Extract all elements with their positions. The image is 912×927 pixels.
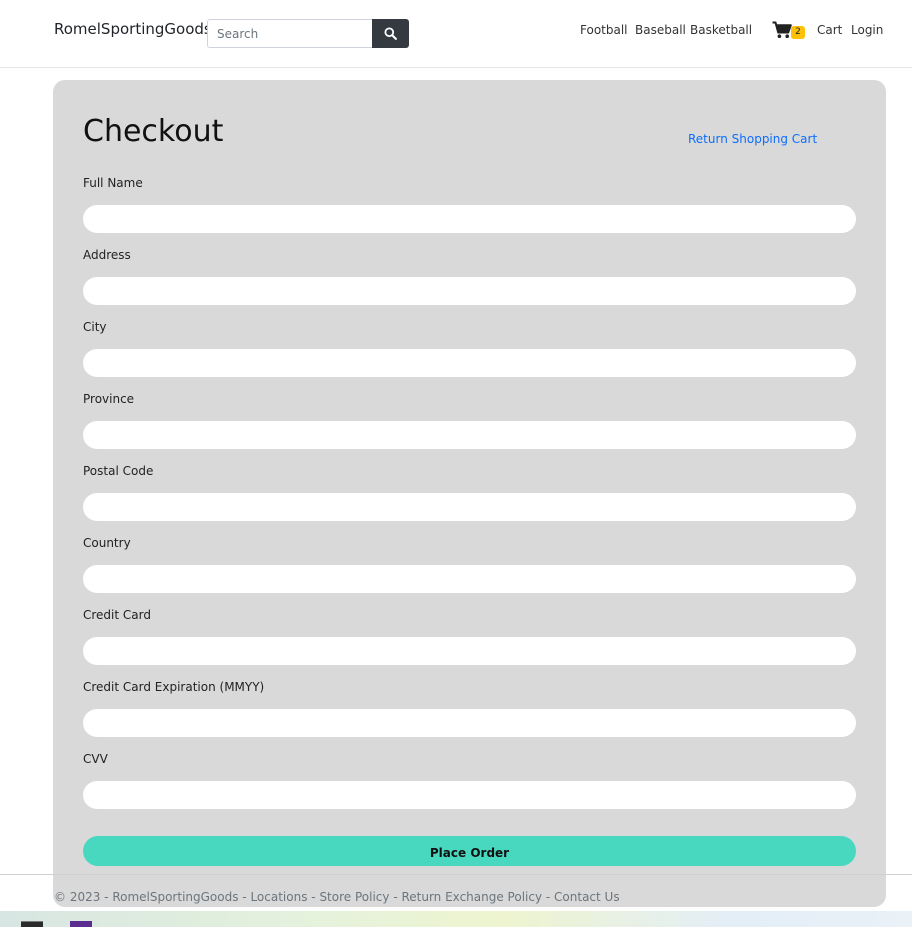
full-name-input[interactable] (83, 205, 856, 233)
nav-login-link[interactable]: Login (851, 23, 883, 37)
brand-logo-link[interactable]: RomelSportingGoods (54, 20, 212, 38)
country-label: Country (83, 536, 131, 550)
nav-football-link[interactable]: Football (580, 23, 628, 37)
footer-copyright: © 2023 - RomelSportingGoods (54, 890, 239, 904)
search-form (207, 19, 409, 48)
nav-cart-link[interactable]: Cart (817, 23, 842, 37)
address-input[interactable] (83, 277, 856, 305)
os-taskbar (0, 911, 912, 927)
address-label: Address (83, 248, 131, 262)
footer: © 2023 - RomelSportingGoods - Locations … (54, 890, 620, 904)
checkout-card: Checkout Return Shopping Cart Full Name … (53, 80, 886, 907)
footer-divider (0, 874, 912, 875)
credit-card-input[interactable] (83, 637, 856, 665)
nav-basketball-link[interactable]: Basketball (690, 23, 752, 37)
card-expiration-label: Credit Card Expiration (MMYY) (83, 680, 265, 694)
cvv-input[interactable] (83, 781, 856, 809)
terminal-app-icon[interactable] (21, 921, 43, 927)
footer-locations-link[interactable]: Locations (250, 890, 307, 904)
postal-code-input[interactable] (83, 493, 856, 521)
footer-return-policy-link[interactable]: Return Exchange Policy (401, 890, 542, 904)
search-button[interactable] (372, 19, 409, 48)
country-input[interactable] (83, 565, 856, 593)
footer-separator: - (307, 890, 320, 904)
footer-separator: - (542, 890, 555, 904)
city-input[interactable] (83, 349, 856, 377)
footer-separator: - (238, 890, 251, 904)
place-order-button[interactable]: Place Order (83, 836, 856, 866)
cvv-label: CVV (83, 752, 108, 766)
nav-baseball-link[interactable]: Baseball (635, 23, 686, 37)
province-input[interactable] (83, 421, 856, 449)
card-expiration-input[interactable] (83, 709, 856, 737)
return-shopping-cart-link[interactable]: Return Shopping Cart (688, 132, 817, 146)
top-navbar: RomelSportingGoods Football Baseball Bas… (0, 0, 912, 68)
page-title: Checkout (83, 114, 224, 149)
cart-icon[interactable] (772, 21, 792, 39)
credit-card-label: Credit Card (83, 608, 151, 622)
province-label: Province (83, 392, 135, 406)
footer-separator: - (389, 890, 402, 904)
city-label: City (83, 320, 107, 334)
full-name-label: Full Name (83, 176, 143, 190)
footer-store-policy-link[interactable]: Store Policy (319, 890, 389, 904)
editor-app-icon[interactable] (70, 921, 92, 927)
search-input[interactable] (207, 19, 372, 48)
cart-count-badge: 2 (791, 26, 805, 39)
search-icon (384, 27, 397, 40)
postal-code-label: Postal Code (83, 464, 154, 478)
footer-contact-link[interactable]: Contact Us (554, 890, 620, 904)
